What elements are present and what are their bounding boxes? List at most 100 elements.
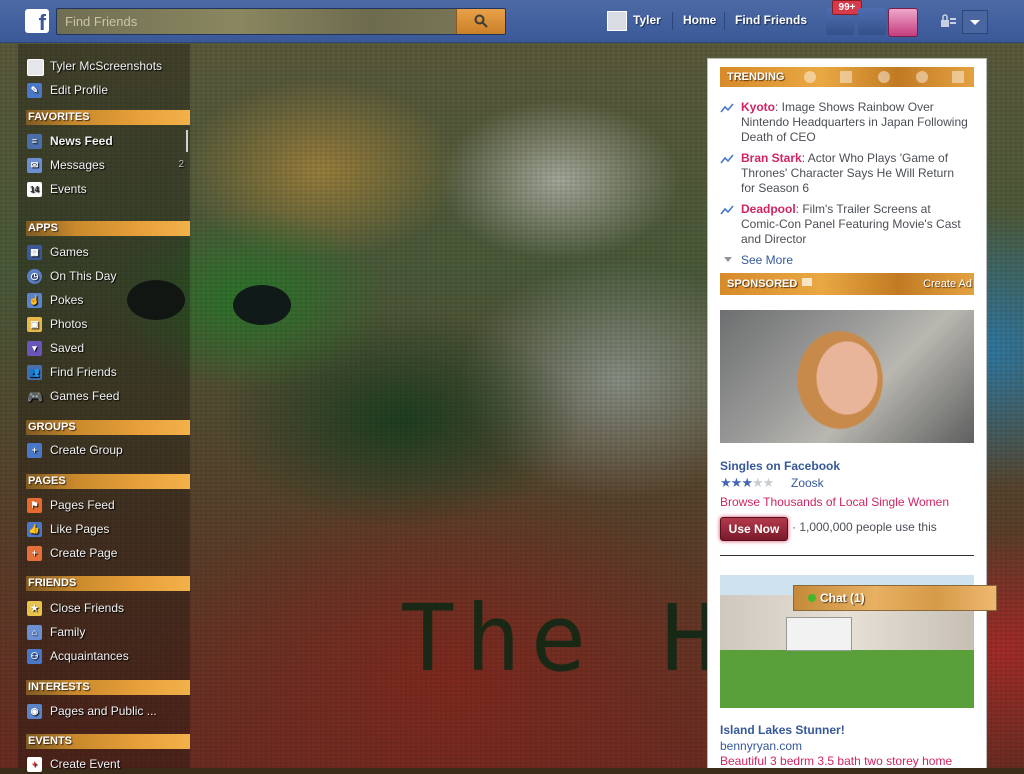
- left-sidebar: Tyler McScreenshots ✎ Edit Profile FAVOR…: [18, 44, 190, 772]
- trending-item[interactable]: Deadpool: Film's Trailer Screens at Comi…: [720, 202, 970, 250]
- messages-icon: ✉: [27, 158, 42, 173]
- ad-image[interactable]: [720, 310, 974, 443]
- notifications-icon[interactable]: [888, 8, 918, 37]
- trending-science-tab-icon[interactable]: [878, 71, 890, 83]
- sidebar-item-close-friends[interactable]: ★ Close Friends: [24, 598, 190, 618]
- account-settings-dropdown[interactable]: [962, 10, 988, 34]
- ad-description: Browse Thousands of Local Single Women: [720, 495, 950, 509]
- trending-topic[interactable]: Bran Stark: [741, 151, 802, 165]
- events-header: EVENTS: [26, 734, 190, 749]
- sidebar-item-games-feed[interactable]: 🎮 Games Feed: [24, 386, 190, 406]
- trending-sports-tab-icon[interactable]: [916, 71, 928, 83]
- ad-title[interactable]: Singles on Facebook: [720, 459, 840, 473]
- sidebar-item-saved[interactable]: ▾ Saved: [24, 338, 190, 358]
- search-button[interactable]: [456, 9, 505, 34]
- sidebar-item-on-this-day[interactable]: ◷ On This Day: [24, 266, 190, 286]
- chat-online-count: (1): [850, 591, 865, 605]
- ad-source[interactable]: bennyryan.com: [720, 739, 802, 753]
- clock-icon: ◷: [27, 269, 42, 284]
- sidebar-item-create-event[interactable]: + Create Event: [24, 754, 190, 774]
- chat-tab[interactable]: Chat (1): [793, 585, 997, 611]
- trending-item[interactable]: Bran Stark: Actor Who Plays 'Game of Thr…: [720, 151, 970, 199]
- sidebar-edit-profile[interactable]: ✎ Edit Profile: [24, 80, 190, 100]
- facebook-logo-icon[interactable]: f: [25, 9, 49, 33]
- sidebar-item-create-group[interactable]: + Create Group: [24, 440, 190, 460]
- sidebar-item-messages[interactable]: ✉ Messages 2: [24, 155, 190, 175]
- sidebar-item-like-pages[interactable]: 👍 Like Pages: [24, 519, 190, 539]
- news-feed-icon: ≡: [27, 134, 42, 149]
- friends-header: FRIENDS: [26, 576, 190, 591]
- sponsored-header: SPONSORED Create Ad: [720, 273, 974, 295]
- star-empty-icon: ★: [762, 475, 775, 490]
- sidebar-item-pokes[interactable]: ☝ Pokes: [24, 290, 190, 310]
- nav-home-link[interactable]: Home: [683, 13, 716, 27]
- sidebar-item-pages-and-public[interactable]: ◉ Pages and Public ...: [24, 701, 190, 721]
- sidebar-item-pages-feed[interactable]: ⚑ Pages Feed: [24, 495, 190, 515]
- trending-arrow-icon: [720, 154, 734, 164]
- top-navigation-bar: f Tyler Home Find Friends 99+: [0, 0, 1024, 43]
- sidebar-item-events[interactable]: 14 Events: [24, 179, 190, 199]
- trending-topic[interactable]: Deadpool: [741, 202, 796, 216]
- nav-find-friends-link[interactable]: Find Friends: [735, 13, 807, 27]
- use-now-button[interactable]: Use Now: [720, 517, 788, 541]
- star-half-icon: ★: [741, 475, 753, 490]
- profile-picture-icon: [27, 59, 44, 76]
- interests-header: INTERESTS: [26, 680, 190, 695]
- nav-divider: [672, 12, 673, 30]
- house-photo-detail: [786, 617, 852, 651]
- flag-icon: ⚑: [27, 498, 42, 513]
- right-column: TRENDING Kyoto: Image Shows Rainbow Over…: [707, 58, 987, 768]
- active-item-indicator: [186, 130, 188, 152]
- trending-arrow-icon: [720, 103, 734, 113]
- trending-arrow-icon: [720, 205, 734, 215]
- calendar-icon: 14: [27, 182, 42, 197]
- trending-top-tab-icon[interactable]: [804, 71, 816, 83]
- trending-politics-tab-icon[interactable]: [840, 71, 852, 83]
- ad-social-context: · 1,000,000 people use this: [792, 520, 937, 534]
- pencil-icon: ✎: [27, 83, 42, 98]
- trending-item[interactable]: Kyoto: Image Shows Rainbow Over Nintendo…: [720, 100, 970, 148]
- chevron-down-icon: [724, 257, 732, 262]
- trending-headline: : Image Shows Rainbow Over Nintendo Head…: [741, 100, 968, 144]
- favorites-header: FAVORITES: [26, 110, 190, 125]
- trending-topic[interactable]: Kyoto: [741, 100, 775, 114]
- sidebar-item-photos[interactable]: ▣ Photos: [24, 314, 190, 334]
- sidebar-item-family[interactable]: ⌂ Family: [24, 622, 190, 642]
- search-icon: [474, 14, 488, 28]
- create-ad-link[interactable]: Create Ad: [923, 273, 972, 295]
- ad-description: Beautiful 3 bedrm 3.5 bath two storey ho…: [720, 754, 953, 768]
- star-icon: ★: [27, 601, 42, 616]
- sidebar-item-create-page[interactable]: + Create Page: [24, 543, 190, 563]
- people-icon: ⚇: [27, 649, 42, 664]
- nav-divider: [724, 12, 725, 30]
- star-rating: ★★★★★: [720, 475, 775, 491]
- plus-icon: +: [27, 546, 42, 561]
- nav-avatar[interactable]: [607, 11, 627, 31]
- sidebar-item-acquaintances[interactable]: ⚇ Acquaintances: [24, 646, 190, 666]
- search-input[interactable]: [57, 9, 457, 34]
- ad-choices-icon[interactable]: [802, 278, 812, 286]
- sidebar-profile-link[interactable]: Tyler McScreenshots: [24, 56, 190, 76]
- messages-icon[interactable]: [858, 8, 886, 35]
- sidebar-item-news-feed[interactable]: ≡ News Feed: [24, 131, 190, 151]
- poke-icon: ☝: [27, 293, 42, 308]
- sidebar-item-find-friends[interactable]: 👥 Find Friends: [24, 362, 190, 382]
- house-icon: ⌂: [27, 625, 42, 640]
- trending-header: TRENDING: [720, 67, 974, 87]
- calendar-plus-icon: +: [27, 757, 42, 772]
- gamepad-icon: 🎮: [27, 389, 44, 404]
- groups-header: GROUPS: [26, 420, 190, 435]
- photos-icon: ▣: [27, 317, 42, 332]
- trending-entertainment-tab-icon[interactable]: [952, 71, 964, 83]
- ad-title[interactable]: Island Lakes Stunner!: [720, 723, 845, 737]
- pages-header: PAGES: [26, 474, 190, 489]
- bookmark-icon: ▾: [27, 341, 42, 356]
- thumbs-up-icon: 👍: [27, 522, 42, 537]
- sidebar-item-games[interactable]: ▦ Games: [24, 242, 190, 262]
- rss-icon: ◉: [27, 704, 42, 719]
- ad-source[interactable]: Zoosk: [791, 476, 824, 490]
- star-icon: ★: [730, 475, 743, 490]
- ad-divider: [720, 555, 974, 556]
- privacy-shortcuts-icon[interactable]: [940, 14, 956, 28]
- nav-profile-link[interactable]: Tyler: [633, 13, 661, 27]
